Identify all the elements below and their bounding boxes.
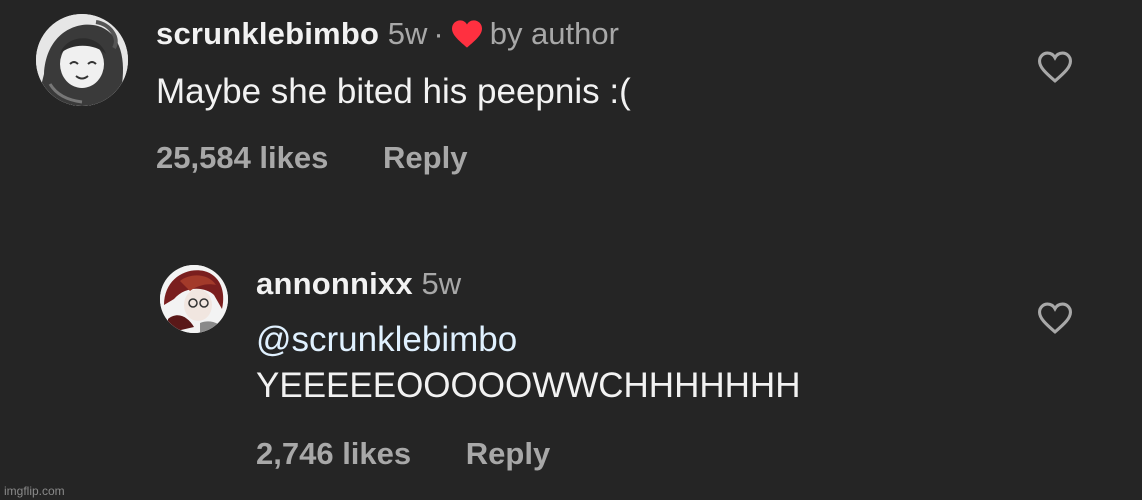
author-badge: by author: [489, 16, 619, 51]
heart-outline-icon[interactable]: [1036, 301, 1074, 335]
username[interactable]: annonnixx: [256, 266, 413, 301]
comment-actions: 2,746 likes Reply: [256, 434, 550, 474]
comment-age: 5w: [387, 16, 428, 51]
comment-header: scrunklebimbo 5w · by author: [156, 14, 619, 54]
heart-outline-icon[interactable]: [1036, 50, 1074, 84]
comment-text: Maybe she bited his peepnis :(: [156, 72, 631, 111]
username[interactable]: scrunklebimbo: [156, 16, 379, 51]
avatar[interactable]: [36, 14, 128, 106]
avatar[interactable]: [160, 265, 228, 333]
watermark: imgflip.com: [4, 484, 65, 498]
comment-1: scrunklebimbo 5w · by author Maybe she bit…: [0, 0, 1142, 200]
mention-link[interactable]: @scrunklebimbo: [256, 318, 517, 362]
comment-actions: 25,584 likes Reply: [156, 138, 467, 178]
reply-button[interactable]: Reply: [383, 140, 467, 175]
comment-text: YEEEEEOOOOOWWCHHHHHHH: [256, 366, 801, 405]
reply-button[interactable]: Reply: [466, 436, 550, 471]
avatar-drawing-icon: [160, 265, 228, 333]
comment-2-reply: annonnixx 5w @scrunklebimbo YEEEEEOOOOOW…: [0, 250, 1142, 500]
comment-header: annonnixx 5w: [256, 264, 461, 304]
like-count[interactable]: 2,746 likes: [256, 436, 411, 471]
separator-dot: ·: [433, 16, 444, 51]
comment-age: 5w: [421, 266, 462, 301]
avatar-drawing-icon: [36, 14, 128, 106]
heart-filled-icon: [451, 20, 482, 48]
like-count[interactable]: 25,584 likes: [156, 140, 328, 175]
